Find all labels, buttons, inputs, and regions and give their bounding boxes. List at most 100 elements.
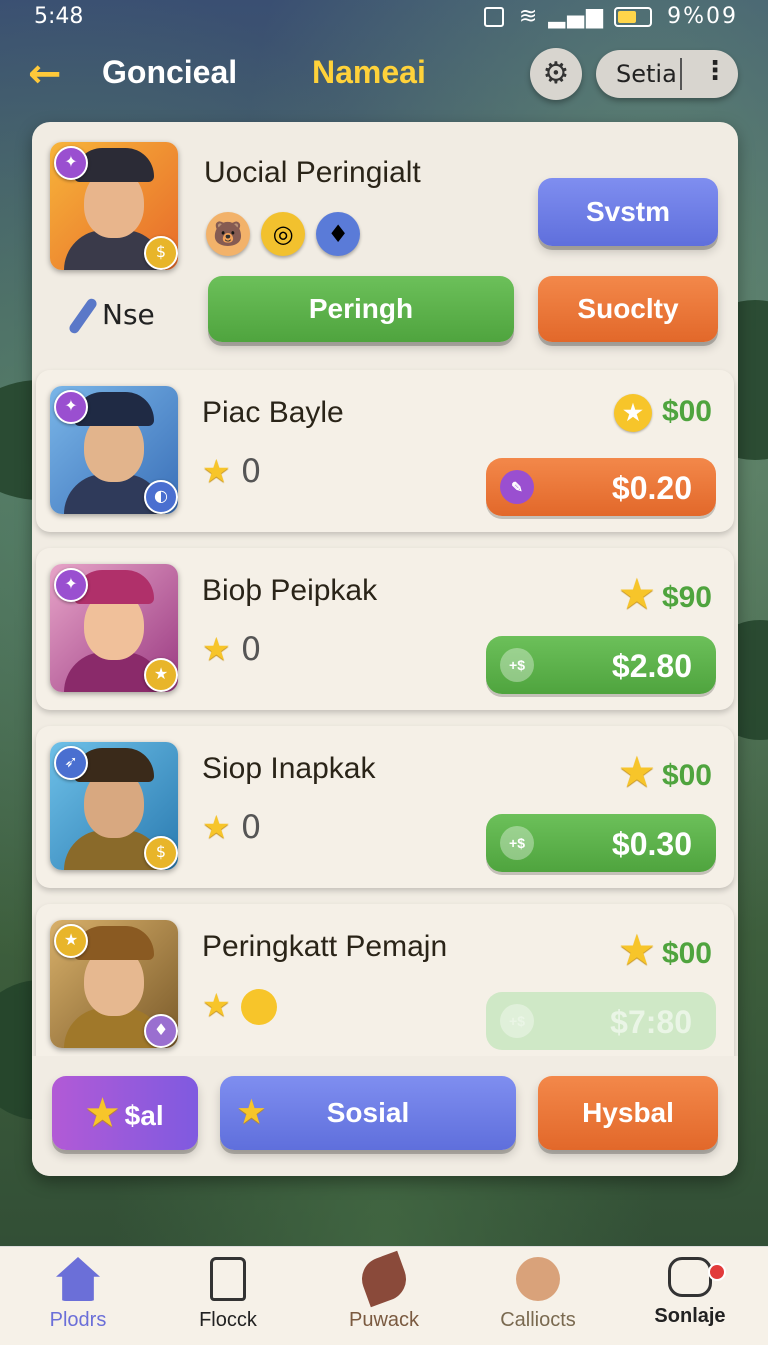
rank-badge-icon: ✦ bbox=[54, 568, 88, 602]
list-item[interactable]: ✦ ★ Bioþ Peipkak ★ 0 ★ $90 +$ $2.80 bbox=[36, 548, 734, 710]
player-name: Bioþ Peipkak bbox=[202, 574, 378, 607]
player-name: Peringkatt Pemajn bbox=[202, 930, 448, 963]
page-title: Goncieal bbox=[102, 54, 238, 90]
notification-dot bbox=[708, 1263, 726, 1281]
buy-button[interactable]: +$ $0.30 bbox=[486, 814, 716, 872]
player-name: Siop Inapkak bbox=[202, 752, 376, 785]
profile-secondary-label: Nse bbox=[102, 298, 155, 331]
price-label: $2.80 bbox=[611, 648, 692, 684]
settings-label: Setia bbox=[616, 60, 677, 88]
nav-item-home[interactable]: Plodrs bbox=[8, 1257, 148, 1332]
plus-coin-icon: +$ bbox=[500, 648, 534, 682]
main-panel: ✦ $ Uocial Peringialt 🐻 ◎ ♦ Nse Svstm Pe… bbox=[32, 122, 738, 1176]
history-button[interactable]: Hysbal bbox=[538, 1076, 718, 1150]
arrow-left-icon: ← bbox=[28, 51, 62, 97]
player-stars: ★ bbox=[202, 986, 277, 1025]
settings-divider bbox=[680, 58, 682, 90]
leaf-icon bbox=[355, 1250, 413, 1308]
coin-badge-icon: $ bbox=[144, 836, 178, 870]
star-icon: ★ bbox=[86, 1092, 119, 1133]
star-sale-button[interactable]: ★ $al bbox=[52, 1076, 198, 1150]
star-icon: ★ bbox=[202, 986, 231, 1024]
status-bar: 5:48 ≋ ▂▄▆ 9%09 bbox=[0, 0, 768, 34]
profile-name: Uocial Peringialt bbox=[204, 156, 421, 189]
player-avatar: ✦ ◐ bbox=[50, 386, 178, 514]
gold-coin-icon: ◎ bbox=[261, 212, 306, 256]
reward-amount: $90 bbox=[661, 581, 712, 614]
nav-item-chat[interactable]: Sonlaje bbox=[620, 1257, 760, 1328]
player-avatar: ✦ ★ bbox=[50, 564, 178, 692]
nav-item-collections[interactable]: Calliocts bbox=[468, 1257, 608, 1332]
page-subtitle: Nameai bbox=[312, 54, 426, 90]
star-sale-label: $al bbox=[124, 1100, 164, 1131]
profile-secondary: Nse bbox=[67, 296, 155, 336]
rank-badge-icon: ✦ bbox=[54, 390, 88, 424]
coin-icon: ★ bbox=[613, 394, 652, 432]
list-item[interactable]: ➶ $ Siop Inapkak ★ 0 ★ $00 +$ $0.30 bbox=[36, 726, 734, 888]
price-label: $0.30 bbox=[611, 826, 692, 862]
player-stars: ★ 0 bbox=[202, 630, 261, 668]
buy-button[interactable]: +$ $2.80 bbox=[486, 636, 716, 694]
bunny-icon bbox=[516, 1257, 560, 1301]
system-button[interactable]: Svstm bbox=[538, 178, 718, 246]
social-label: Sosial bbox=[326, 1097, 410, 1128]
reward-amount: $00 bbox=[661, 937, 712, 970]
status-time: 5:48 bbox=[34, 4, 84, 29]
society-button[interactable]: Suoclty bbox=[538, 276, 718, 342]
player-stars: ★ 0 bbox=[202, 452, 261, 490]
star-icon: ★ bbox=[619, 752, 654, 794]
player-stars: ★ 0 bbox=[202, 808, 261, 846]
buy-button[interactable]: ✎ $0.20 bbox=[486, 458, 716, 516]
back-button[interactable]: ← bbox=[28, 54, 76, 94]
chat-icon bbox=[668, 1257, 712, 1297]
profile-avatar[interactable]: ✦ $ bbox=[50, 142, 178, 270]
star-icon: ★ bbox=[202, 630, 231, 668]
nav-item-leaf[interactable]: Puwack bbox=[314, 1250, 454, 1332]
nav-label: Plodrs bbox=[49, 1309, 107, 1331]
top-bar: ← Goncieal Nameai ⚙ Setia ⋮ bbox=[0, 40, 768, 112]
star-badge-icon: ★ bbox=[144, 658, 178, 692]
star-icon: ★ bbox=[202, 452, 231, 490]
star-badge-icon: ★ bbox=[54, 924, 88, 958]
price-label: $0.20 bbox=[611, 470, 692, 506]
vertical-dots-icon[interactable]: ⋮ bbox=[702, 56, 728, 86]
reward-amount: $00 bbox=[661, 394, 712, 428]
crystal-badge-icon: ♦ bbox=[144, 1014, 178, 1048]
shield-badge-icon: ◐ bbox=[144, 480, 178, 514]
peringkat-button[interactable]: Peringh bbox=[208, 276, 514, 342]
reward-value: ★ $90 bbox=[620, 572, 712, 617]
battery-icon bbox=[614, 7, 653, 27]
nav-label: Calliocts bbox=[500, 1309, 576, 1331]
footer-action-bar: ★ $al ★ Sosial Hysbal bbox=[32, 1056, 738, 1176]
bow-badge-icon: ➶ bbox=[54, 746, 88, 780]
reward-value: ★ $00 bbox=[613, 394, 712, 432]
player-name: Piac Bayle bbox=[202, 396, 344, 429]
coin-badge-icon: $ bbox=[144, 236, 178, 270]
reward-value: ★ $00 bbox=[620, 750, 712, 795]
signal-icon: ▂▄▆ bbox=[548, 4, 606, 29]
gear-icon: ⚙ bbox=[542, 56, 570, 91]
buy-button[interactable]: +$ $7:80 bbox=[486, 992, 716, 1050]
settings-gear-button[interactable]: ⚙ bbox=[530, 48, 582, 100]
bag-icon bbox=[210, 1257, 246, 1301]
settings-pill[interactable]: Setia ⋮ bbox=[596, 50, 738, 98]
star-count: 0 bbox=[240, 808, 262, 846]
pet-emoji-icon: 🐻 bbox=[206, 212, 250, 256]
social-button[interactable]: ★ Sosial bbox=[220, 1076, 516, 1150]
plus-coin-icon: +$ bbox=[500, 826, 534, 860]
star-count: 0 bbox=[240, 452, 262, 490]
list-item[interactable]: ✦ ◐ Piac Bayle ★ 0 ★ $00 ✎ $0.20 bbox=[36, 370, 734, 532]
bottom-navigation: Plodrs Flocck Puwack Calliocts Sonlaje bbox=[0, 1246, 768, 1345]
reward-amount: $00 bbox=[661, 759, 712, 792]
nav-label: Puwack bbox=[348, 1309, 420, 1331]
nav-item-shop[interactable]: Flocck bbox=[158, 1257, 298, 1332]
reward-value: ★ $00 bbox=[620, 928, 712, 973]
rank-badge-icon: ✦ bbox=[54, 146, 88, 180]
wink-emoji-icon bbox=[240, 989, 277, 1025]
profile-emoji-row: 🐻 ◎ ♦ bbox=[206, 212, 366, 256]
star-icon: ★ bbox=[238, 1096, 265, 1129]
notification-icon bbox=[483, 7, 504, 27]
battery-percent: 9%09 bbox=[667, 4, 738, 29]
star-icon: ★ bbox=[619, 930, 654, 972]
player-avatar: ➶ $ bbox=[50, 742, 178, 870]
